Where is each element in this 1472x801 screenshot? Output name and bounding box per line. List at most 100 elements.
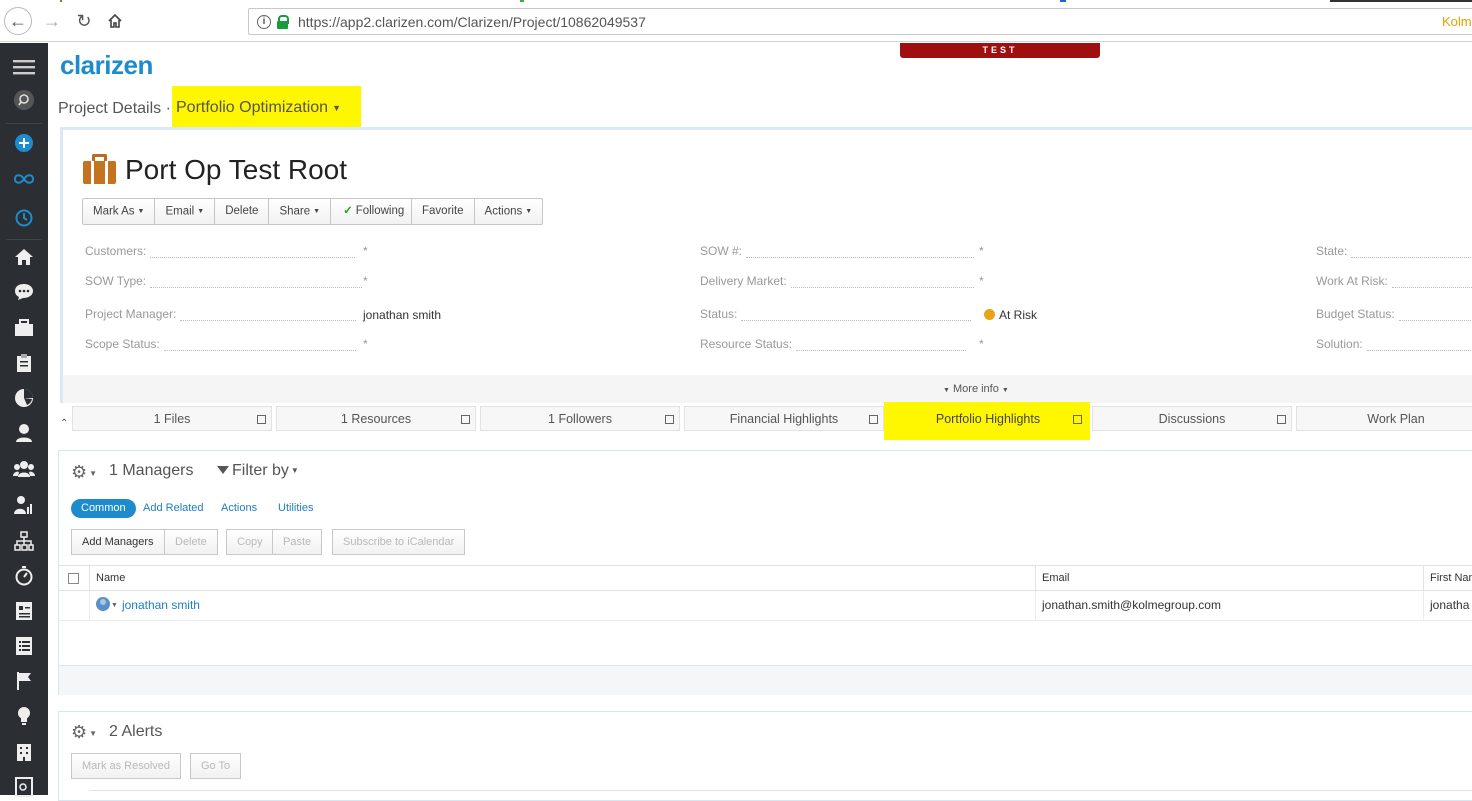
lightbulb-icon[interactable]: [12, 704, 36, 728]
project-manager-field[interactable]: Project Manager:: [85, 307, 357, 321]
tab-work-plan[interactable]: Work Plan: [1296, 406, 1472, 431]
tab-files[interactable]: 1 Files: [72, 406, 272, 431]
delete-button[interactable]: Delete: [215, 199, 270, 224]
document-icon[interactable]: [12, 599, 36, 623]
budget-status-field[interactable]: Budget Status:: [1316, 307, 1472, 321]
work-at-risk-field[interactable]: Work At Risk:: [1316, 274, 1472, 288]
url-text: https://app2.clarizen.com/Clarizen/Proje…: [298, 13, 646, 30]
add-managers-button[interactable]: Add Managers: [71, 529, 165, 555]
project-toolbar: Mark As ▼ Email ▼ Delete Share ▼ ✓ Following: [82, 198, 418, 225]
gear-icon[interactable]: ⚙ ▼: [71, 462, 101, 482]
grid-header: Name Email First Nam: [59, 565, 1472, 591]
breadcrumb-project-details: Project Details: [58, 100, 162, 117]
tab-financial-highlights[interactable]: Financial Highlights: [684, 406, 884, 431]
project-manager-value[interactable]: jonathan smith: [363, 308, 441, 322]
subtab-common[interactable]: Common: [71, 499, 136, 518]
forward-icon[interactable]: →: [38, 7, 66, 35]
cell-name[interactable]: ▼ jonathan smith: [89, 591, 1035, 620]
gear-icon[interactable]: ⚙ ▼: [71, 722, 101, 742]
subtab-utilities[interactable]: Utilities: [278, 499, 313, 518]
more-info-bar: ▼ More info ▼: [63, 375, 1472, 403]
column-header-name[interactable]: Name: [89, 566, 1035, 590]
org-chart-icon[interactable]: [12, 529, 36, 553]
project-title: Port Op Test Root: [125, 154, 348, 185]
email-button[interactable]: Email ▼: [155, 199, 216, 224]
subtab-actions[interactable]: Actions: [221, 499, 257, 518]
user-icon[interactable]: [12, 421, 36, 445]
info-icon[interactable]: i: [257, 14, 271, 29]
share-button[interactable]: Share ▼: [269, 199, 332, 224]
sow-type-field[interactable]: SOW Type:: [85, 274, 363, 288]
add-icon[interactable]: [12, 131, 36, 155]
column-header-first-name[interactable]: First Nam: [1423, 566, 1472, 590]
select-all-checkbox[interactable]: [68, 573, 79, 584]
sow-number-field[interactable]: SOW #:: [700, 244, 975, 258]
browser-extension-text: Kolm: [1442, 14, 1472, 29]
search-icon[interactable]: [12, 88, 36, 112]
filter-by-dropdown[interactable]: Filter by ▼: [217, 462, 299, 480]
chevron-down-icon: ▼: [332, 102, 341, 113]
tab-followers[interactable]: 1 Followers: [480, 406, 680, 431]
report-icon[interactable]: [12, 775, 36, 799]
go-to-button[interactable]: Go To: [190, 753, 242, 779]
reload-icon[interactable]: ↻: [70, 7, 98, 35]
chevron-down-icon: ▼: [137, 208, 145, 215]
column-header-email[interactable]: Email: [1035, 566, 1423, 590]
menu-icon[interactable]: [12, 55, 36, 79]
following-button[interactable]: ✓ Following: [331, 199, 416, 224]
tab-discussions[interactable]: Discussions: [1092, 406, 1292, 431]
address-bar[interactable]: i https://app2.clarizen.com/Clarizen/Pro…: [248, 8, 1472, 35]
delete-button[interactable]: Delete: [164, 529, 218, 555]
home-icon[interactable]: [101, 7, 129, 35]
clipboard-icon[interactable]: [12, 351, 36, 375]
status-value[interactable]: At Risk: [984, 308, 1037, 322]
maximize-icon[interactable]: [869, 415, 878, 424]
briefcase-icon[interactable]: [12, 316, 36, 340]
favorite-button[interactable]: Favorite: [412, 199, 475, 224]
maximize-icon[interactable]: [1277, 415, 1286, 424]
building-icon[interactable]: [12, 740, 36, 764]
scope-status-field[interactable]: Scope Status:: [85, 337, 356, 351]
mark-as-button[interactable]: Mark As ▼: [83, 199, 156, 224]
grid-header-line: [89, 790, 1472, 791]
timer-icon[interactable]: [12, 564, 36, 588]
required-marker: *: [979, 244, 984, 258]
flag-icon[interactable]: [12, 669, 36, 693]
maximize-icon[interactable]: [1073, 415, 1082, 424]
back-icon[interactable]: ←: [4, 7, 32, 35]
table-row[interactable]: ▼ jonathan smith jonathan.smith@kolmegrou…: [59, 591, 1472, 621]
actions-button[interactable]: Actions ▼: [475, 199, 543, 224]
resource-status-field[interactable]: Resource Status:: [700, 337, 967, 351]
history-icon[interactable]: [12, 206, 36, 230]
chat-icon[interactable]: [12, 280, 36, 304]
paste-button[interactable]: Paste: [272, 529, 323, 555]
subtab-add-related[interactable]: Add Related: [143, 499, 204, 518]
maximize-icon[interactable]: [461, 415, 470, 424]
subscribe-icalendar-button[interactable]: Subscribe to iCalendar: [332, 529, 466, 555]
home-nav-icon[interactable]: [12, 245, 36, 269]
tab-resources[interactable]: 1 Resources: [276, 406, 476, 431]
state-field[interactable]: State:: [1316, 244, 1472, 258]
tab-portfolio-highlights[interactable]: Portfolio Highlights: [888, 406, 1088, 431]
maximize-icon[interactable]: [665, 415, 674, 424]
collapse-up-icon[interactable]: ⌃: [60, 418, 68, 429]
status-field[interactable]: Status:: [700, 307, 972, 321]
infinity-icon[interactable]: [12, 167, 36, 191]
managers-panel: ⚙ ▼ 1 Managers Filter by ▼ Common Add Rela…: [58, 450, 1472, 695]
view-selector-dropdown[interactable]: Portfolio Optimization ▼: [176, 99, 341, 117]
user-reports-icon[interactable]: [12, 493, 36, 517]
customers-field[interactable]: Customers:: [85, 244, 356, 258]
solution-field[interactable]: Solution:: [1316, 337, 1472, 351]
more-info-toggle[interactable]: ▼ More info ▼: [943, 383, 1009, 395]
list-doc-icon[interactable]: [12, 634, 36, 658]
chevron-down-icon[interactable]: ▼: [111, 602, 118, 609]
team-icon[interactable]: [12, 457, 36, 481]
copy-button[interactable]: Copy: [226, 529, 274, 555]
mark-as-resolved-button[interactable]: Mark as Resolved: [71, 753, 182, 779]
clarizen-logo[interactable]: clarizen: [60, 50, 153, 81]
delivery-market-field[interactable]: Delivery Market:: [700, 274, 974, 288]
sidebar-divider: [6, 239, 42, 240]
pie-chart-icon[interactable]: [12, 386, 36, 410]
user-link[interactable]: jonathan smith: [122, 598, 200, 612]
maximize-icon[interactable]: [257, 415, 266, 424]
